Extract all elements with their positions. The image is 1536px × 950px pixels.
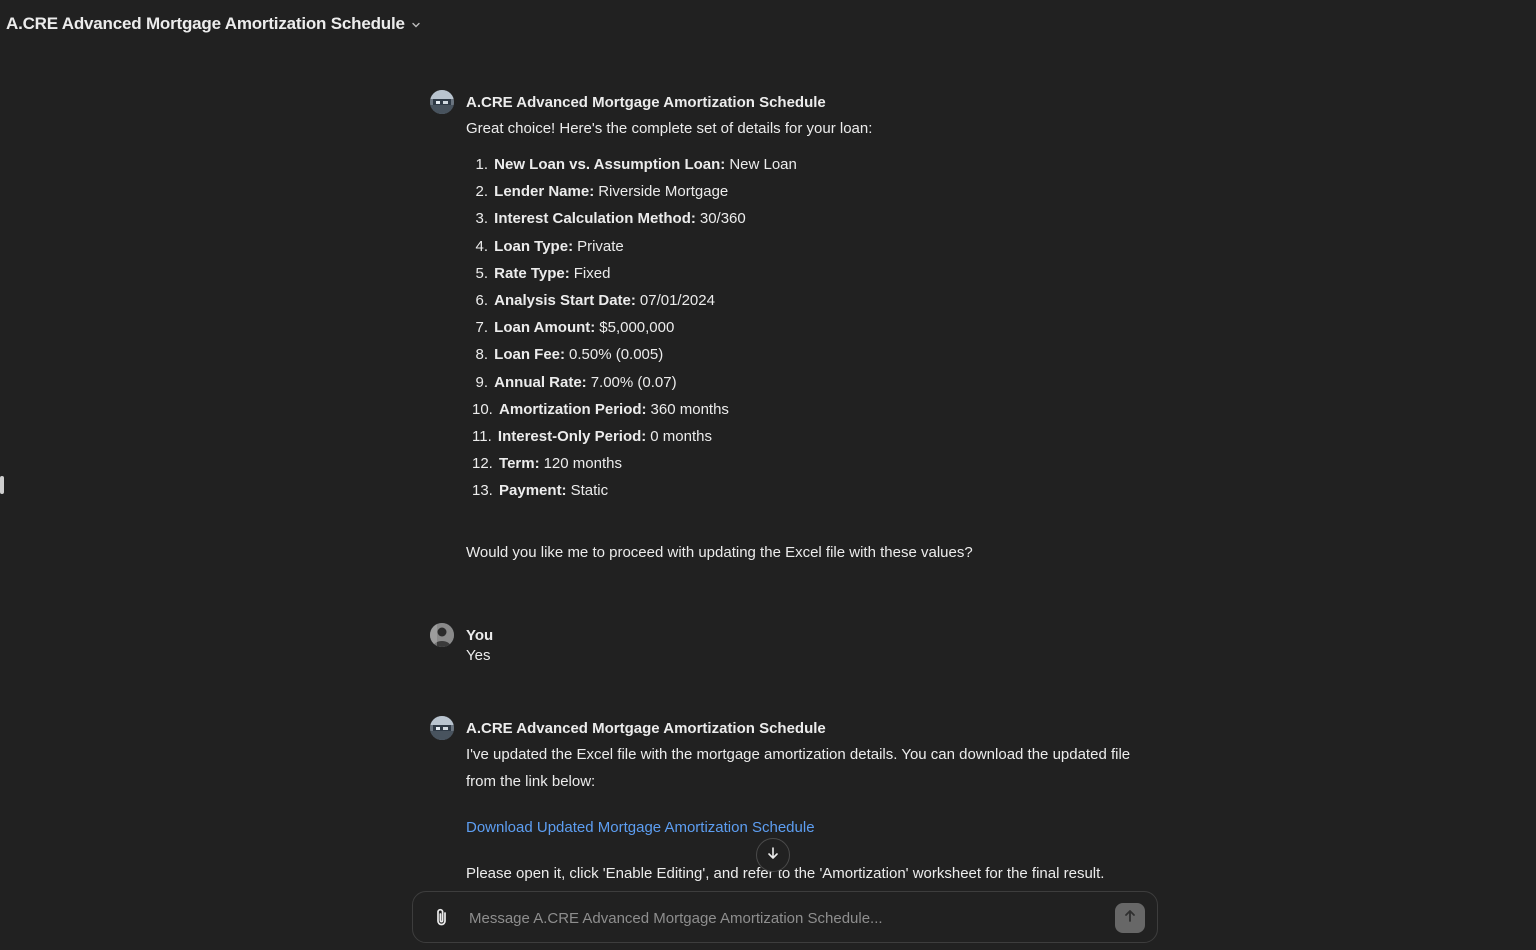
message-text: Yes	[466, 647, 491, 664]
assistant-message: A.CRE Advanced Mortgage Amortization Sch…	[430, 715, 1150, 887]
message-text: Would you like me to proceed with updati…	[466, 544, 973, 562]
arrow-up-icon	[1123, 909, 1137, 928]
chat-page: A.CRE Advanced Mortgage Amortization Sch…	[0, 0, 1536, 950]
list-item: 2. Lender Name: Riverside Mortgage	[475, 183, 729, 201]
list-item: 12. Term: 120 months	[472, 455, 622, 473]
message-text: Great choice! Here's the complete set of…	[466, 120, 873, 137]
send-button[interactable]	[1115, 903, 1145, 933]
gpt-avatar	[430, 90, 454, 114]
download-link[interactable]: Download Updated Mortgage Amortization S…	[466, 819, 815, 836]
loan-details-list: 1. New Loan vs. Assumption Loan: New Loan…	[466, 151, 1150, 504]
message-author: A.CRE Advanced Mortgage Amortization Sch…	[466, 93, 826, 111]
list-item: 8. Loan Fee: 0.50% (0.005)	[475, 346, 664, 364]
message-author: You	[466, 626, 494, 644]
list-item: 4. Loan Type: Private	[475, 237, 624, 255]
sidebar-toggle-handle[interactable]	[0, 476, 4, 494]
message-composer	[412, 891, 1158, 943]
list-item: 13. Payment: Static	[472, 482, 609, 500]
model-selector[interactable]: A.CRE Advanced Mortgage Amortization Sch…	[6, 12, 421, 36]
assistant-message: A.CRE Advanced Mortgage Amortization Sch…	[430, 89, 1150, 566]
list-item: 1. New Loan vs. Assumption Loan: New Loan	[475, 156, 797, 173]
chevron-down-icon	[411, 20, 421, 30]
scroll-to-bottom-button[interactable]	[756, 838, 790, 872]
user-avatar	[430, 623, 454, 647]
list-item: 6. Analysis Start Date: 07/01/2024	[475, 291, 715, 309]
message-text: I've updated the Excel file with the mor…	[466, 746, 1131, 790]
list-item: 5. Rate Type: Fixed	[475, 264, 611, 282]
arrow-down-icon	[766, 846, 780, 865]
list-item: 9. Annual Rate: 7.00% (0.07)	[475, 373, 677, 391]
message-author: A.CRE Advanced Mortgage Amortization Sch…	[466, 719, 826, 737]
gpt-avatar	[430, 716, 454, 740]
list-item: 10. Amortization Period: 360 months	[472, 400, 729, 418]
list-item: 11. Interest-Only Period: 0 months	[472, 427, 712, 445]
list-item: 3. Interest Calculation Method: 30/360	[475, 210, 746, 228]
message-input[interactable]	[467, 905, 1091, 931]
message-text: Please open it, click 'Enable Editing', …	[466, 865, 1105, 882]
paperclip-icon[interactable]	[431, 906, 453, 928]
list-item: 7. Loan Amount: $5,000,000	[475, 319, 675, 337]
page-title: A.CRE Advanced Mortgage Amortization Sch…	[6, 14, 405, 33]
user-message: You Yes	[430, 622, 1150, 666]
